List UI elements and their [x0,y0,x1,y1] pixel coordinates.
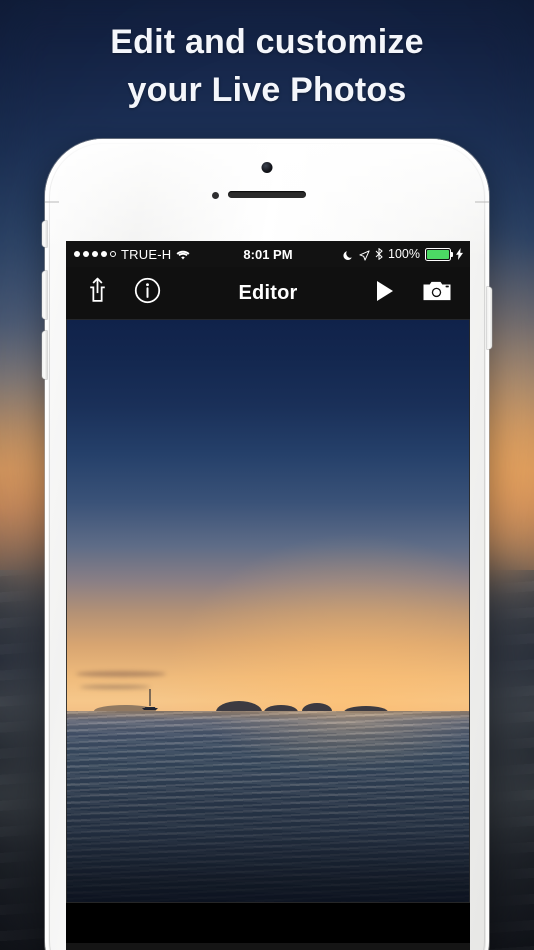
photo-sea-texture [66,711,470,903]
photo-sailboat [138,687,162,711]
antenna-line-right [475,201,489,203]
volume-up-button[interactable] [42,271,47,319]
play-icon [374,279,396,308]
location-arrow-icon [359,249,370,261]
photo-cloud-wisp [76,671,166,677]
battery-full-icon [425,247,453,261]
iphone-device-frame: TRUE-H 8:01 PM 100% Editor [42,139,492,950]
mute-switch[interactable] [42,221,47,247]
live-photo-canvas[interactable] [66,319,470,903]
camera-icon [422,279,452,308]
proximity-sensor-icon [212,192,219,199]
photo-toolbar-gap [66,903,470,943]
moon-icon [343,249,354,260]
status-bar-right: 100% [343,247,463,261]
play-button[interactable] [368,276,402,310]
antenna-line-left [45,201,59,203]
lightning-bolt-icon [456,248,463,260]
power-button[interactable] [487,287,492,349]
editor-bottom-toolbar: Edit More Apps Filters [66,943,470,950]
battery-percent-label: 100% [388,247,420,261]
earpiece-speaker-icon [228,191,306,198]
status-bar: TRUE-H 8:01 PM 100% [66,241,470,267]
headline-line-2: your Live Photos [127,71,407,109]
volume-down-button[interactable] [42,331,47,379]
photo-sun-rays [66,319,470,719]
camera-button[interactable] [418,276,456,310]
page-title: Editor [238,281,298,304]
headline-line-1: Edit and customize [110,23,424,61]
front-camera-icon [261,162,273,173]
app-store-screenshot: Edit and customize your Live Photos TRUE… [0,0,534,950]
phone-screen: TRUE-H 8:01 PM 100% Editor [66,241,470,950]
promo-headline: Edit and customize your Live Photos [0,18,534,114]
editor-nav-bar: Editor [66,267,470,319]
bluetooth-icon [375,247,383,261]
